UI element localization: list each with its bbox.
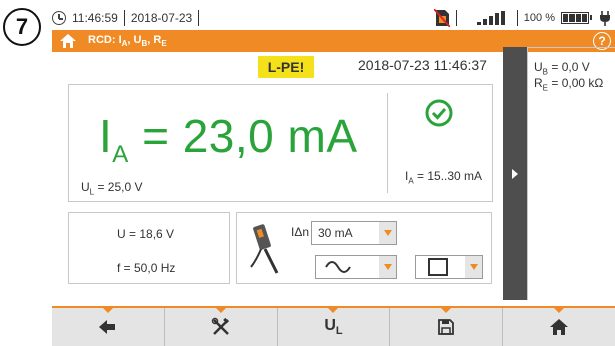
re-value: RE = 0,00 kΩ	[534, 76, 604, 93]
sine-wave-icon	[325, 261, 351, 273]
settings-button[interactable]	[165, 308, 278, 346]
ul-limit-button[interactable]: UL	[278, 308, 391, 346]
idn-select-value: 30 mA	[318, 226, 353, 240]
test-shape-select[interactable]	[415, 255, 483, 279]
rcd-probe-icon	[250, 224, 279, 274]
status-divider	[123, 10, 125, 26]
square-wave-icon	[428, 258, 448, 276]
status-divider	[198, 10, 200, 26]
voltage-value: U = 18,6 V	[117, 227, 175, 241]
settings-tools-icon	[211, 317, 229, 335]
side-results-panel: UB = 0,0 V RE = 0,00 kΩ	[527, 47, 615, 300]
status-time: 11:46:59	[72, 11, 118, 25]
save-button[interactable]	[390, 308, 504, 346]
status-bar: 11:46:59 2018-07-23 100 %	[52, 6, 615, 30]
waveform-select-value	[316, 258, 378, 276]
test-shape-select-value	[416, 258, 464, 276]
chevron-down-icon[interactable]	[378, 256, 396, 278]
status-date: 2018-07-23	[130, 11, 193, 25]
back-arrow-icon	[98, 320, 115, 334]
main-result-panel: IA = 23,0 mA UL = 25,0 V IA = 15..30 mA	[68, 84, 493, 202]
result-divider	[387, 93, 388, 193]
page-title: RCD: IA, UB, RE	[88, 33, 167, 49]
measurement-timestamp: 2018-07-23 11:46:37	[358, 57, 487, 73]
home-icon[interactable]	[60, 34, 76, 48]
check-circle-icon	[425, 99, 453, 127]
side-panel-toggle[interactable]	[503, 47, 527, 300]
waveform-select[interactable]	[315, 255, 397, 279]
status-divider	[455, 10, 457, 26]
test-settings-panel: IΔn 30 mA	[236, 212, 492, 284]
clock-icon	[52, 11, 66, 25]
voltage-frequency-panel: U = 18,6 V f = 50,0 Hz	[68, 212, 230, 284]
ia-range-value: IA = 15..30 mA	[405, 169, 483, 186]
idn-label: IΔn	[291, 225, 310, 239]
save-icon	[438, 319, 455, 335]
signal-icon	[476, 11, 505, 25]
lpe-warning-badge: L-PE!	[258, 56, 314, 78]
battery-percent: 100 %	[523, 12, 555, 24]
battery-icon	[561, 12, 592, 24]
chevron-down-icon[interactable]	[464, 256, 482, 278]
status-divider	[516, 10, 518, 26]
sim-card-icon	[433, 9, 450, 27]
home-icon	[550, 319, 569, 335]
chevron-right-icon	[512, 168, 518, 179]
power-plug-icon	[600, 11, 610, 26]
step-marker: 7	[3, 8, 41, 46]
back-button[interactable]	[52, 308, 165, 346]
status-indicators: 100 %	[433, 6, 613, 30]
bottom-toolbar: UL	[52, 306, 615, 346]
ul-limit-button-label: UL	[324, 316, 343, 338]
idn-select[interactable]: 30 mA	[311, 221, 397, 245]
ul-limit-value: UL = 25,0 V	[81, 180, 143, 197]
frequency-value: f = 50,0 Hz	[117, 261, 176, 275]
main-measurement-value: IA = 23,0 mA	[99, 110, 358, 169]
home-button[interactable]	[503, 308, 615, 346]
ub-value: UB = 0,0 V	[534, 60, 590, 77]
chevron-down-icon[interactable]	[378, 222, 396, 244]
